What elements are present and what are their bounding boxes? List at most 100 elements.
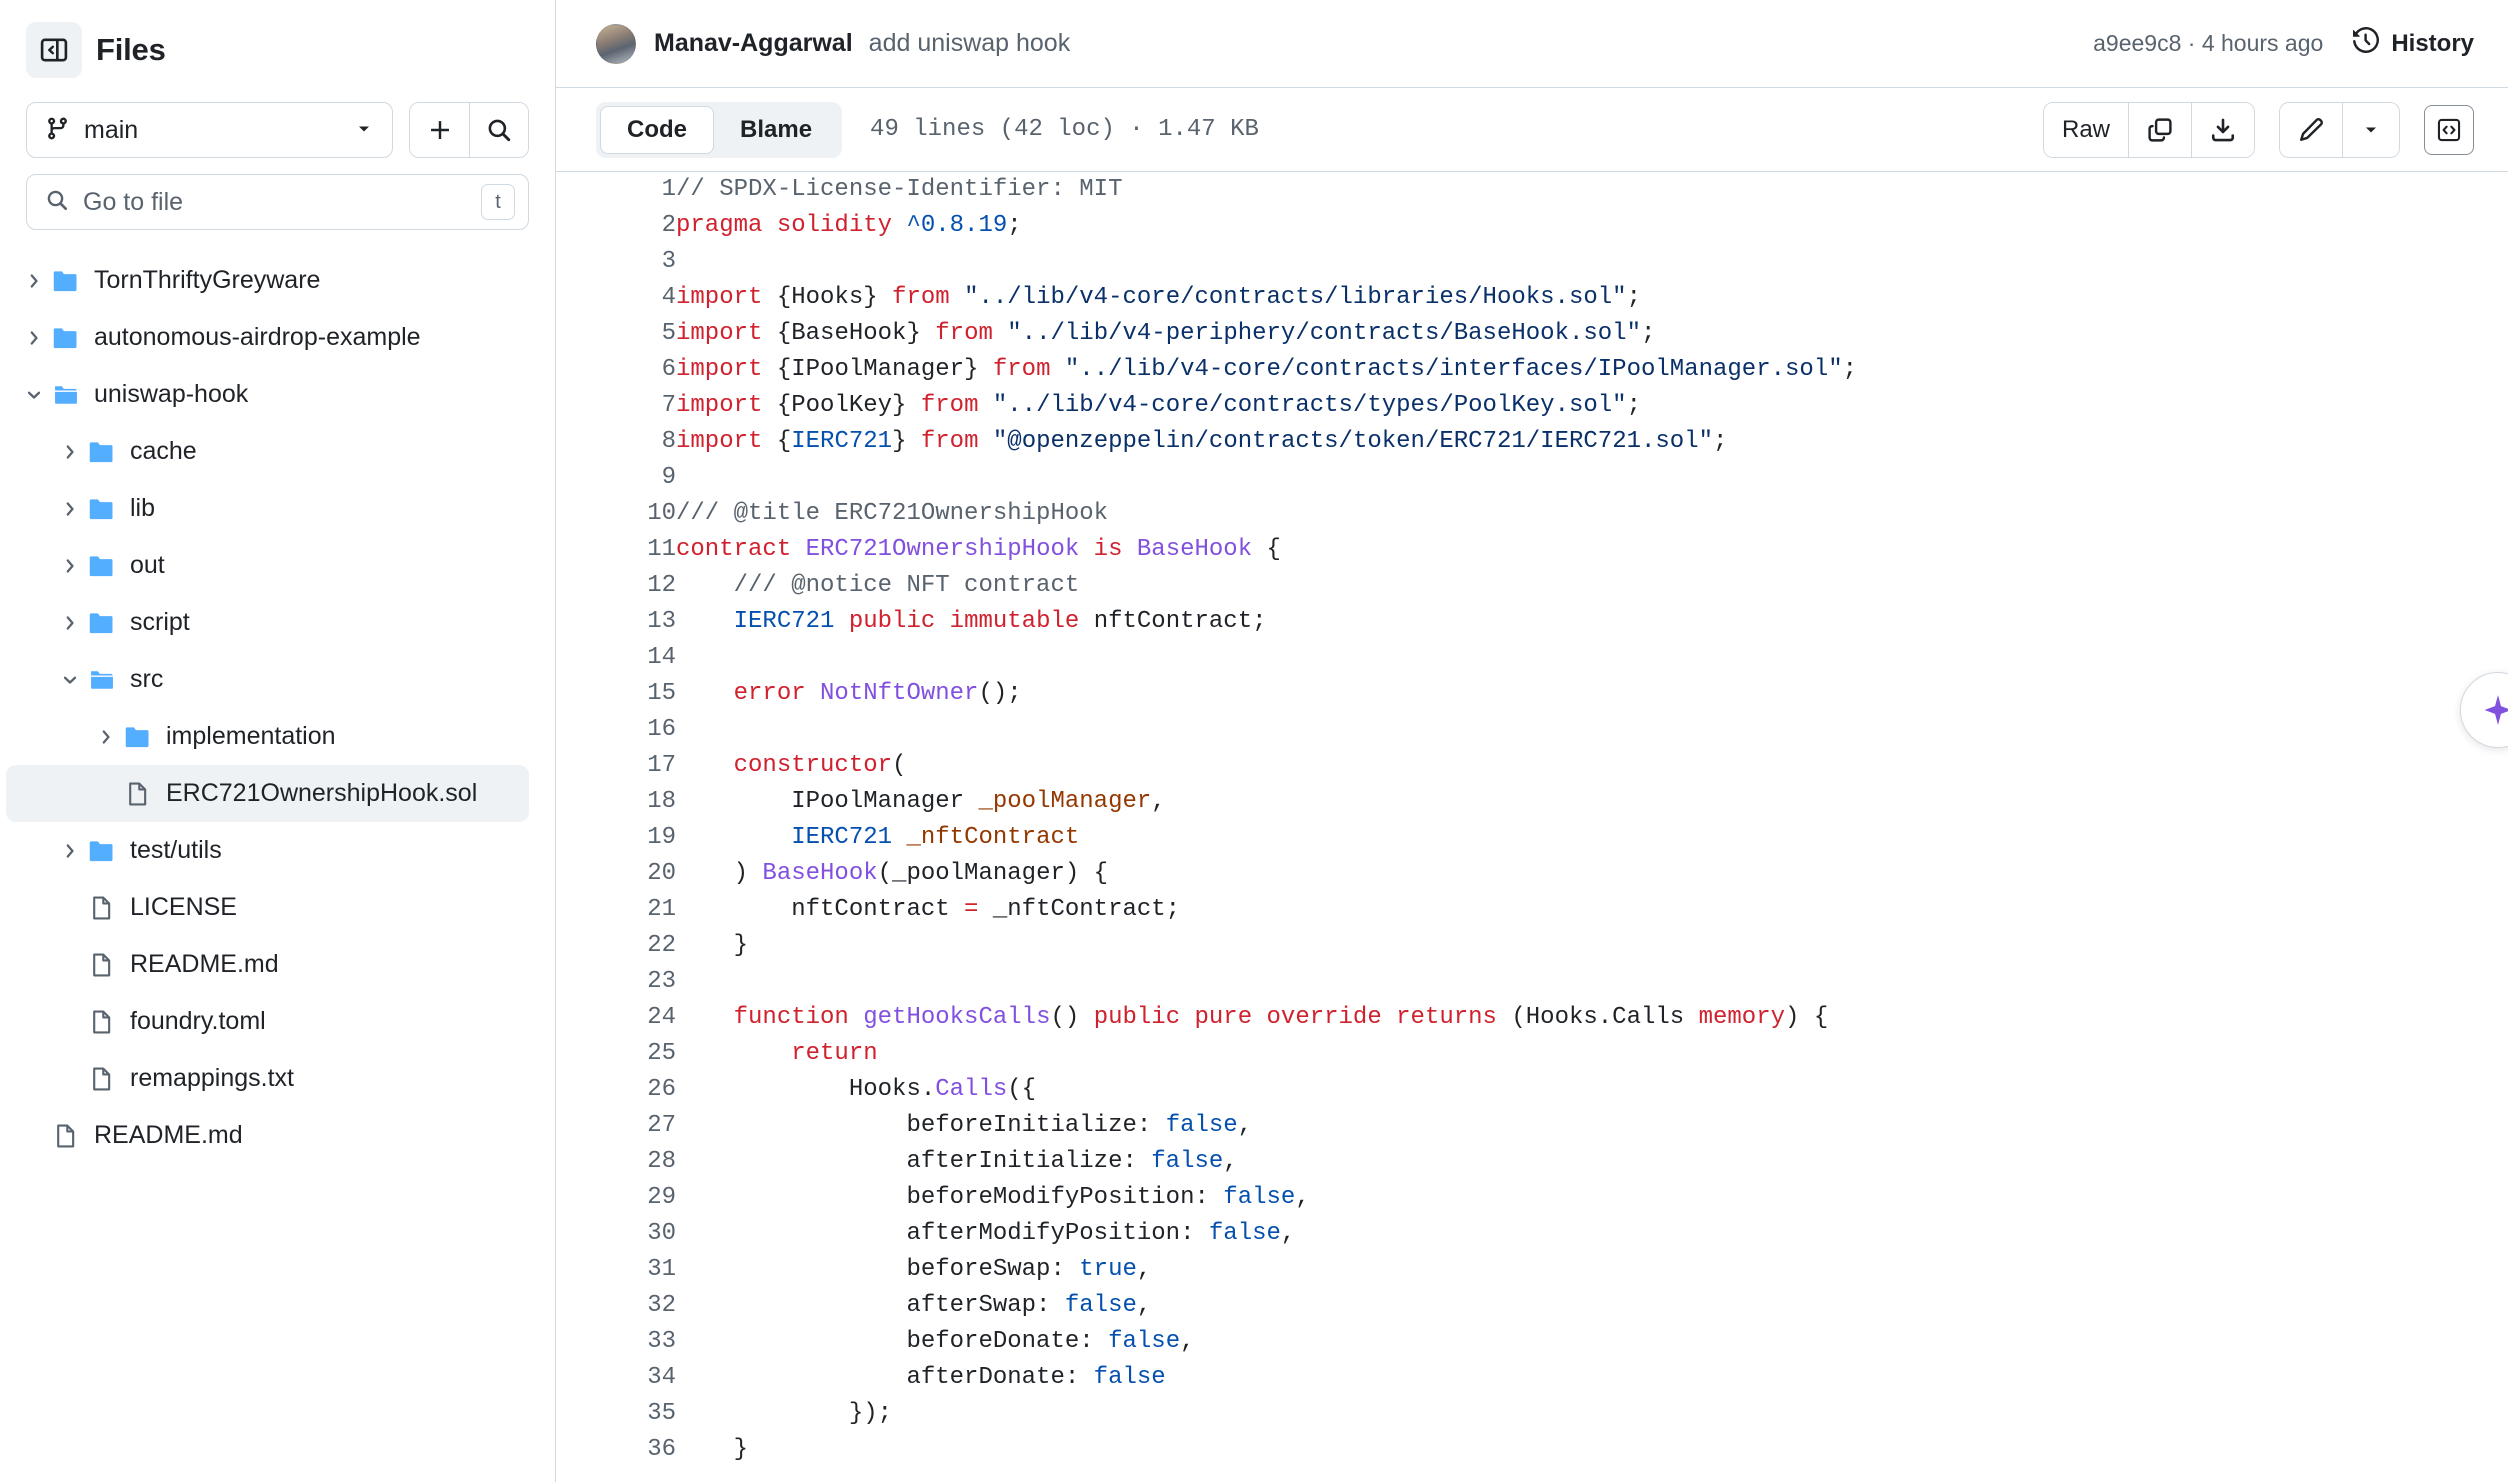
chevron-right-icon[interactable] bbox=[52, 499, 88, 519]
line-number[interactable]: 7 bbox=[556, 388, 676, 424]
tree-file-row[interactable]: ERC721OwnershipHook.sol bbox=[6, 765, 529, 822]
tree-item-label: script bbox=[130, 608, 190, 636]
branch-name: main bbox=[84, 115, 139, 144]
line-number[interactable]: 32 bbox=[556, 1288, 676, 1324]
tab-blame[interactable]: Blame bbox=[714, 106, 838, 154]
line-number[interactable]: 2 bbox=[556, 208, 676, 244]
tab-code[interactable]: Code bbox=[600, 105, 714, 154]
code-line: 6 import {IPoolManager} from "../lib/v4-c… bbox=[556, 352, 2508, 388]
raw-button[interactable]: Raw bbox=[2043, 102, 2128, 157]
line-content: import {PoolKey} from "../lib/v4-core/co… bbox=[676, 392, 1641, 419]
line-number[interactable]: 16 bbox=[556, 712, 676, 748]
line-number[interactable]: 6 bbox=[556, 352, 676, 388]
chevron-right-icon[interactable] bbox=[16, 271, 52, 291]
line-number[interactable]: 35 bbox=[556, 1396, 676, 1432]
commit-meta[interactable]: a9ee9c8 · 4 hours ago bbox=[2093, 30, 2323, 57]
line-number[interactable]: 19 bbox=[556, 820, 676, 856]
go-to-file-search[interactable]: t bbox=[26, 174, 529, 230]
tree-folder-row[interactable]: uniswap-hook bbox=[6, 366, 529, 423]
tree-folder-row[interactable]: lib bbox=[6, 480, 529, 537]
chevron-right-icon[interactable] bbox=[52, 841, 88, 861]
code-blame-tabs: Code Blame bbox=[596, 101, 843, 158]
line-number[interactable]: 26 bbox=[556, 1072, 676, 1108]
tree-file-row[interactable]: foundry.toml bbox=[6, 993, 529, 1050]
tree-folder-row[interactable]: test/utils bbox=[6, 822, 529, 879]
line-number[interactable]: 25 bbox=[556, 1036, 676, 1072]
code-line: 25 return bbox=[556, 1036, 2508, 1072]
chevron-right-icon[interactable] bbox=[52, 556, 88, 576]
line-number[interactable]: 36 bbox=[556, 1432, 676, 1468]
folder-icon bbox=[88, 552, 116, 580]
download-icon[interactable] bbox=[2191, 102, 2254, 157]
code-line: 11 contract ERC721OwnershipHook is BaseHo… bbox=[556, 532, 2508, 568]
history-button[interactable]: History bbox=[2353, 26, 2474, 60]
line-number[interactable]: 18 bbox=[556, 784, 676, 820]
line-number[interactable]: 20 bbox=[556, 856, 676, 892]
line-number[interactable]: 8 bbox=[556, 424, 676, 460]
chevron-right-icon[interactable] bbox=[16, 328, 52, 348]
line-number[interactable]: 1 bbox=[556, 172, 676, 208]
chevron-right-icon[interactable] bbox=[52, 613, 88, 633]
branch-selector[interactable]: main bbox=[26, 102, 393, 158]
tree-file-row[interactable]: README.md bbox=[6, 936, 529, 993]
chevron-right-icon[interactable] bbox=[88, 727, 124, 747]
tree-folder-row[interactable]: script bbox=[6, 594, 529, 651]
chevron-down-icon[interactable] bbox=[16, 385, 52, 405]
line-number[interactable]: 28 bbox=[556, 1144, 676, 1180]
search-files-button[interactable] bbox=[469, 103, 528, 157]
line-number[interactable]: 10 bbox=[556, 496, 676, 532]
line-number[interactable]: 33 bbox=[556, 1324, 676, 1360]
line-number[interactable]: 22 bbox=[556, 928, 676, 964]
line-number[interactable]: 11 bbox=[556, 532, 676, 568]
sidebar-actions bbox=[409, 102, 529, 158]
line-number[interactable]: 30 bbox=[556, 1216, 676, 1252]
tree-file-row[interactable]: README.md bbox=[6, 1107, 529, 1164]
clock-history-icon bbox=[2353, 26, 2380, 60]
line-number[interactable]: 31 bbox=[556, 1252, 676, 1288]
line-number[interactable]: 17 bbox=[556, 748, 676, 784]
code-line: 14 bbox=[556, 640, 2508, 676]
line-number[interactable]: 4 bbox=[556, 280, 676, 316]
line-number[interactable]: 34 bbox=[556, 1360, 676, 1396]
line-content: contract ERC721OwnershipHook is BaseHook… bbox=[676, 536, 1281, 563]
code-viewer[interactable]: 1// SPDX-License-Identifier: MIT 2 pragma … bbox=[556, 172, 2508, 1482]
line-number[interactable]: 5 bbox=[556, 316, 676, 352]
line-number[interactable]: 3 bbox=[556, 244, 676, 280]
tree-folder-row[interactable]: out bbox=[6, 537, 529, 594]
line-content: import {BaseHook} from "../lib/v4-periph… bbox=[676, 320, 1656, 347]
tree-file-row[interactable]: remappings.txt bbox=[6, 1050, 529, 1107]
line-number[interactable]: 9 bbox=[556, 460, 676, 496]
file-icon bbox=[52, 1123, 80, 1149]
commit-message[interactable]: add uniswap hook bbox=[869, 29, 1071, 58]
tree-folder-row[interactable]: implementation bbox=[6, 708, 529, 765]
line-number[interactable]: 14 bbox=[556, 640, 676, 676]
tree-item-label: implementation bbox=[166, 722, 336, 750]
code-symbols-icon[interactable] bbox=[2424, 104, 2474, 155]
tree-folder-row[interactable]: autonomous-airdrop-example bbox=[6, 309, 529, 366]
tree-file-row[interactable]: LICENSE bbox=[6, 879, 529, 936]
tree-item-label: foundry.toml bbox=[130, 1007, 266, 1035]
chevron-down-icon[interactable] bbox=[52, 670, 88, 690]
edit-menu-chevron-down-icon[interactable] bbox=[2342, 102, 2399, 157]
code-line: 20 ) BaseHook(_poolManager) { bbox=[556, 856, 2508, 892]
line-number[interactable]: 21 bbox=[556, 892, 676, 928]
tree-folder-row[interactable]: src bbox=[6, 651, 529, 708]
line-number[interactable]: 27 bbox=[556, 1108, 676, 1144]
add-file-button[interactable] bbox=[410, 103, 469, 157]
line-number[interactable]: 15 bbox=[556, 676, 676, 712]
tree-folder-row[interactable]: TornThriftyGreyware bbox=[6, 252, 529, 309]
line-number[interactable]: 13 bbox=[556, 604, 676, 640]
commit-author[interactable]: Manav-Aggarwal bbox=[654, 29, 853, 58]
tree-folder-row[interactable]: cache bbox=[6, 423, 529, 480]
sidebar-collapse-icon[interactable] bbox=[26, 22, 82, 78]
line-number[interactable]: 29 bbox=[556, 1180, 676, 1216]
search-input[interactable] bbox=[83, 187, 467, 217]
file-icon bbox=[88, 952, 116, 978]
copy-icon[interactable] bbox=[2128, 102, 2191, 157]
line-number[interactable]: 12 bbox=[556, 568, 676, 604]
chevron-right-icon[interactable] bbox=[52, 442, 88, 462]
line-number[interactable]: 23 bbox=[556, 964, 676, 1000]
line-number[interactable]: 24 bbox=[556, 1000, 676, 1036]
pencil-icon[interactable] bbox=[2280, 102, 2342, 157]
line-content: beforeModifyPosition: false, bbox=[676, 1184, 1310, 1211]
